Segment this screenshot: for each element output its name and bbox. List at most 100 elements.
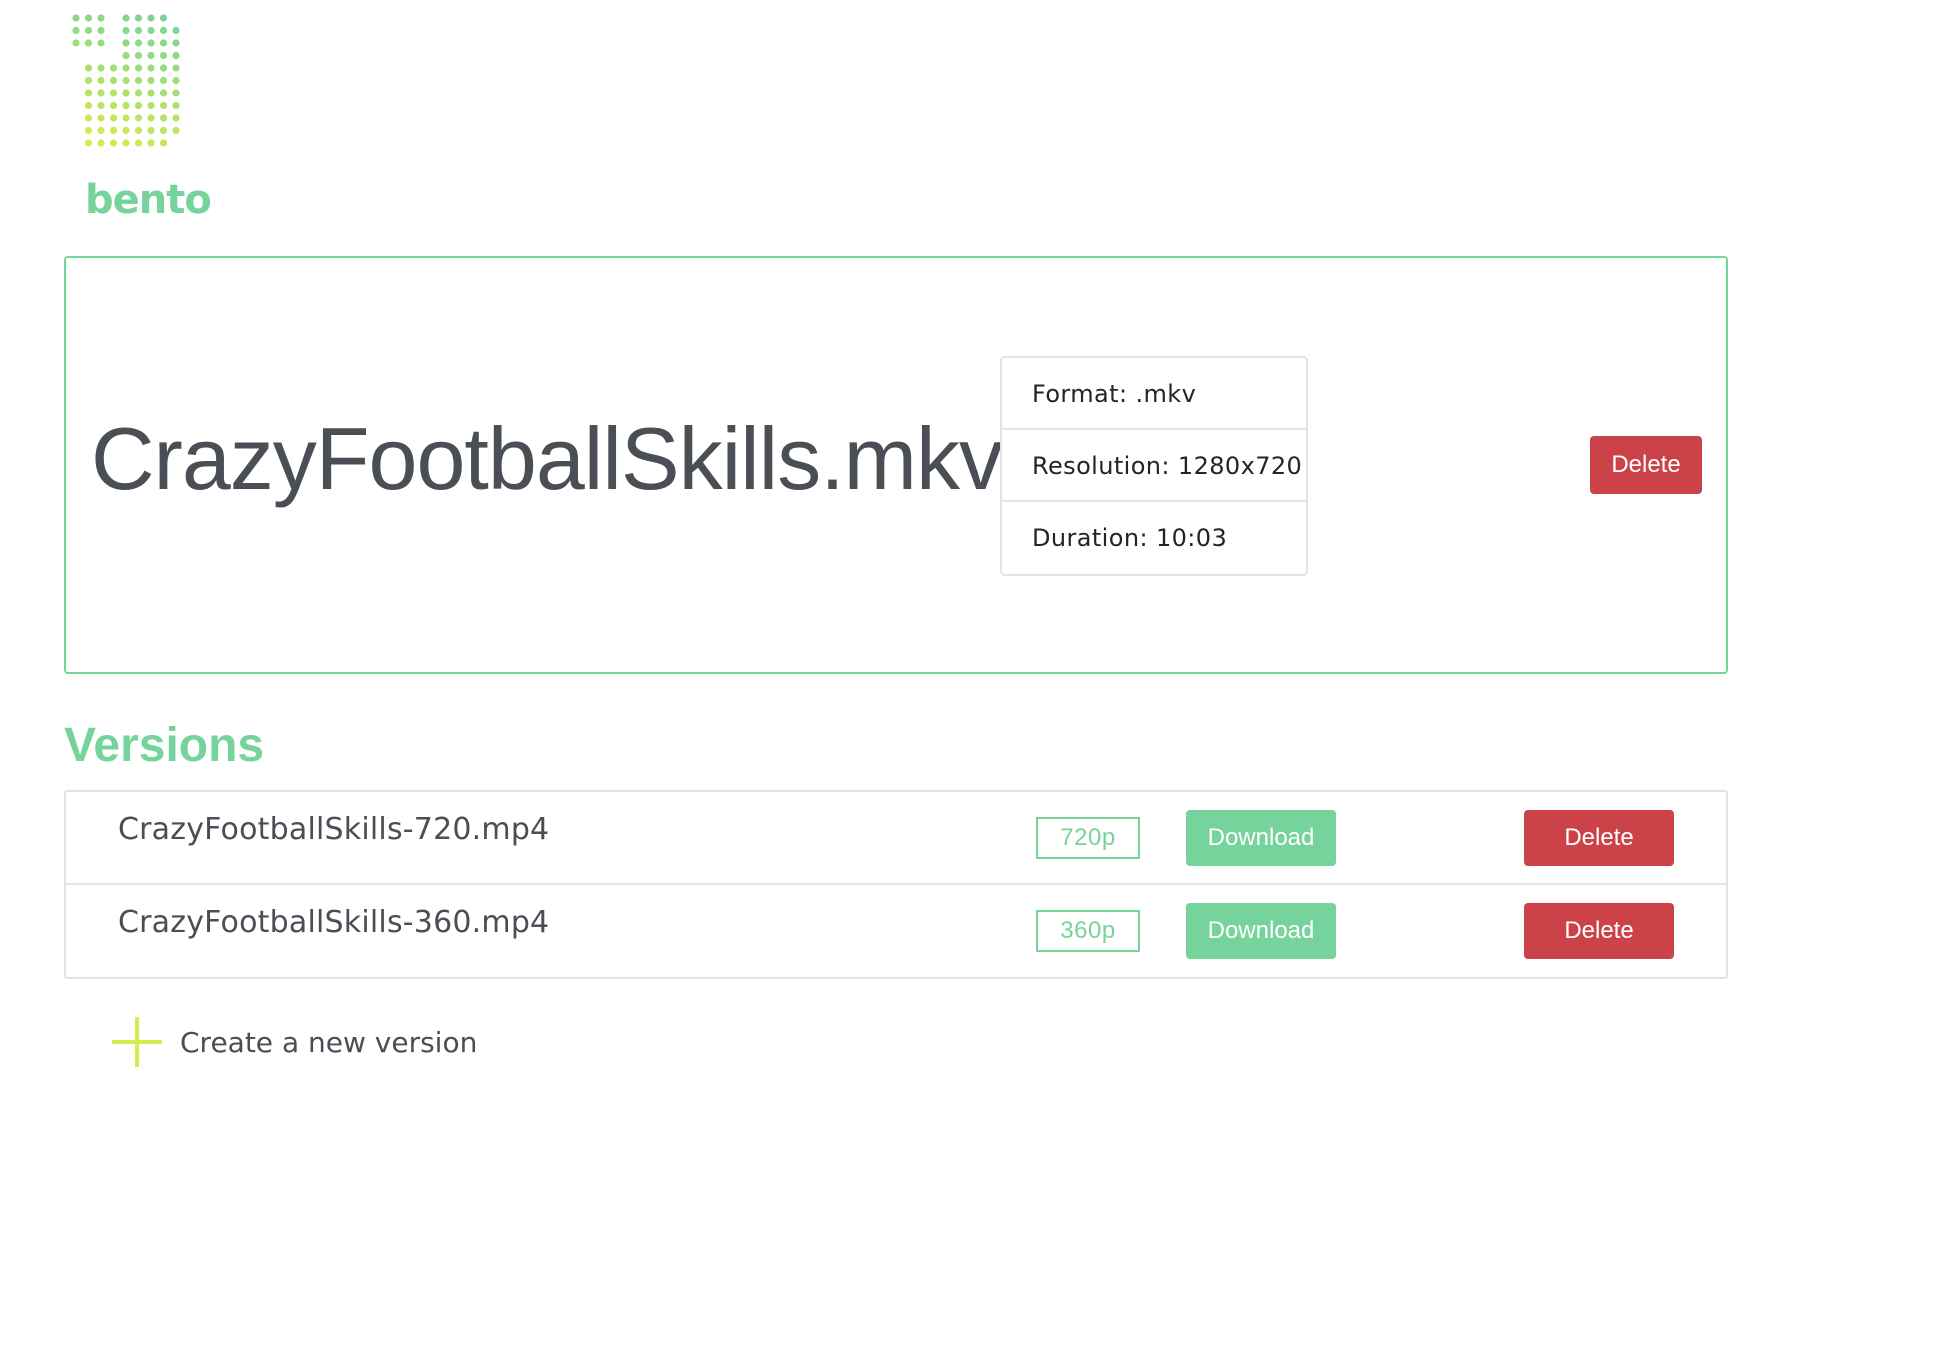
logo-dot	[147, 139, 155, 147]
logo-dot	[172, 89, 180, 97]
logo-dot	[109, 89, 118, 97]
logo-dot	[97, 114, 105, 122]
logo-dot	[97, 39, 105, 47]
logo-dot	[97, 89, 105, 97]
logo-dot	[147, 126, 155, 135]
logo-dot	[159, 101, 168, 110]
logo-dot	[159, 126, 168, 135]
logo-dot	[172, 26, 180, 35]
create-new-version-button[interactable]: Create a new version	[112, 1016, 477, 1068]
logo-dot	[122, 101, 130, 110]
logo-dot	[159, 139, 168, 147]
logo-dot	[134, 101, 143, 110]
download-button[interactable]: Download	[1186, 903, 1336, 959]
logo-dots-icon	[72, 14, 180, 147]
logo-dot	[109, 101, 118, 110]
video-metadata-list: Format: .mkv Resolution: 1280x720 Durati…	[1000, 356, 1308, 576]
logo-dot	[122, 14, 130, 22]
logo-dot	[147, 89, 155, 97]
logo-dot	[172, 114, 180, 122]
logo-dot	[122, 26, 130, 35]
logo-dot	[84, 89, 93, 97]
logo-dot	[122, 39, 130, 47]
logo-dot	[159, 76, 168, 85]
logo-dot	[97, 126, 105, 135]
logo-dot	[134, 39, 143, 47]
video-title: CrazyFootballSkills.mkv	[91, 409, 1003, 508]
logo-dot	[97, 76, 105, 85]
version-filename: CrazyFootballSkills-360.mp4	[118, 905, 550, 940]
logo-dot	[159, 89, 168, 97]
logo-dot	[122, 114, 130, 122]
version-row: CrazyFootballSkills-360.mp4 360p Downloa…	[66, 885, 1726, 977]
logo-dot	[159, 64, 168, 72]
logo-dot	[134, 26, 143, 35]
logo-dot	[122, 64, 130, 72]
logo-dot	[147, 101, 155, 110]
logo-dot	[159, 51, 168, 60]
logo-dot	[109, 64, 118, 72]
logo-dot	[122, 89, 130, 97]
logo-dot	[172, 76, 180, 85]
logo-dot	[134, 89, 143, 97]
logo-dot	[159, 26, 168, 35]
delete-version-button[interactable]: Delete	[1524, 810, 1674, 866]
create-new-version-label: Create a new version	[180, 1025, 478, 1059]
logo-dot	[134, 76, 143, 85]
logo-dot	[122, 76, 130, 85]
logo-dot	[122, 139, 130, 147]
logo-dot	[97, 101, 105, 110]
logo-dot	[159, 14, 168, 22]
version-row: CrazyFootballSkills-720.mp4 720p Downloa…	[66, 792, 1726, 885]
logo-dot	[134, 51, 143, 60]
resolution-badge: 360p	[1036, 910, 1140, 952]
version-filename: CrazyFootballSkills-720.mp4	[118, 812, 550, 847]
logo-dot	[109, 76, 118, 85]
video-card: CrazyFootballSkills.mkv Format: .mkv Res…	[64, 256, 1728, 674]
logo-dot	[84, 126, 93, 135]
logo-dot	[97, 64, 105, 72]
delete-version-button[interactable]: Delete	[1524, 903, 1674, 959]
logo-dot	[97, 139, 105, 147]
logo-dot	[172, 51, 180, 60]
logo-text: bento	[85, 177, 212, 223]
bento-logo[interactable]: bento	[70, 12, 220, 227]
logo-dot	[172, 101, 180, 110]
logo-dot	[97, 26, 105, 35]
logo-dot	[134, 139, 143, 147]
logo-dot	[122, 51, 130, 60]
logo-dot	[84, 64, 93, 72]
logo-dot	[172, 39, 180, 47]
delete-video-button[interactable]: Delete	[1590, 436, 1702, 494]
resolution-badge: 720p	[1036, 817, 1140, 859]
versions-list: CrazyFootballSkills-720.mp4 720p Downloa…	[64, 790, 1728, 979]
logo-dot	[172, 126, 180, 135]
logo-dot	[109, 126, 118, 135]
logo-dot	[147, 39, 155, 47]
logo-dot	[134, 114, 143, 122]
logo-dot	[72, 26, 80, 35]
page: bento CrazyFootballSkills.mkv Format: .m…	[0, 0, 1960, 1350]
download-button[interactable]: Download	[1186, 810, 1336, 866]
logo-dot	[84, 26, 93, 35]
logo-dot	[84, 39, 93, 47]
logo-dot	[134, 14, 143, 22]
logo-dot	[134, 126, 143, 135]
logo-dot	[72, 39, 80, 47]
logo-dot	[84, 101, 93, 110]
logo-dot	[84, 139, 93, 147]
logo-dot	[159, 39, 168, 47]
logo-dot	[84, 76, 93, 85]
logo-dot	[147, 26, 155, 35]
logo-dot	[172, 64, 180, 72]
versions-heading: Versions	[64, 719, 265, 772]
logo-dot	[147, 76, 155, 85]
logo-dot	[84, 114, 93, 122]
logo-dot	[109, 114, 118, 122]
logo-dot	[134, 64, 143, 72]
logo-dot	[72, 14, 80, 22]
logo-dot	[147, 64, 155, 72]
logo-dot	[147, 51, 155, 60]
duration-item: Duration: 10:03	[1032, 524, 1228, 552]
plus-icon	[112, 1017, 162, 1067]
